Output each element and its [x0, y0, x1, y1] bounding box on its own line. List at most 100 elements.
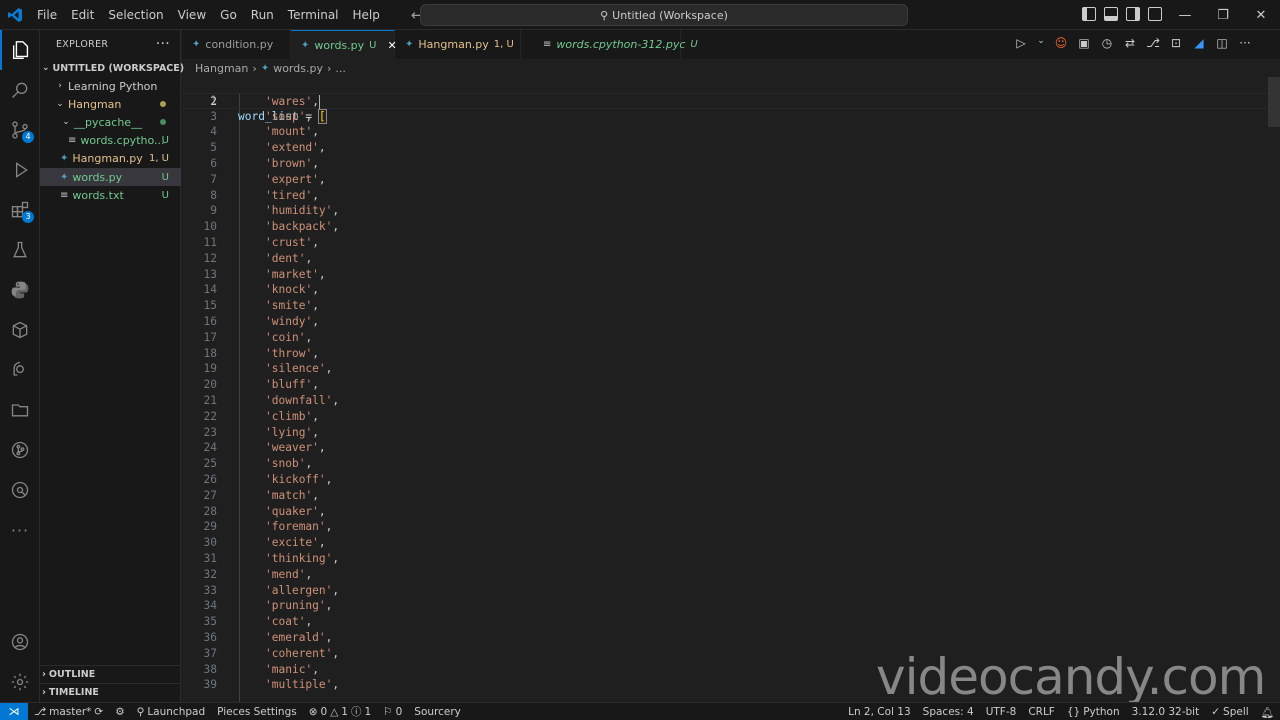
menu-view[interactable]: View: [171, 0, 213, 30]
code-editor[interactable]: 1 word_list = [ 2'wares', 3'soup', 4'mount…: [182, 77, 1280, 702]
preview-icon[interactable]: ⊡: [1169, 36, 1183, 50]
python-interpreter[interactable]: 3.12.0 32-bit: [1126, 706, 1206, 718]
pieces-settings[interactable]: Pieces Settings: [211, 706, 303, 718]
git-status-badge: U: [161, 171, 169, 183]
string-literal: windy: [271, 315, 306, 328]
more-views-icon[interactable]: ···: [0, 510, 40, 550]
sourcery-icon[interactable]: ☺: [1054, 36, 1068, 50]
breadcrumb-folder[interactable]: Hangman: [195, 62, 248, 75]
outline-section[interactable]: › OUTLINE: [40, 665, 181, 683]
extensions-icon[interactable]: 3: [0, 190, 40, 230]
problems-status[interactable]: ⊗ 0 △ 1 ⓘ 1: [303, 704, 377, 719]
menu-file[interactable]: File: [30, 0, 64, 30]
python-file-icon: ✦: [60, 152, 69, 164]
run-debug-icon[interactable]: [0, 150, 40, 190]
braces-icon: {}: [1066, 706, 1081, 718]
end-of-line[interactable]: CRLF: [1022, 706, 1061, 718]
accounts-icon[interactable]: [0, 622, 40, 662]
remote-indicator-icon[interactable]: ⋊: [0, 702, 28, 720]
language-mode[interactable]: {} Python: [1061, 706, 1126, 718]
git-graph-icon[interactable]: [0, 430, 40, 470]
restore-icon[interactable]: ❐: [1204, 0, 1242, 30]
compare-changes-icon[interactable]: ⇄: [1123, 36, 1137, 50]
toggle-primary-sidebar-icon[interactable]: [1082, 7, 1096, 21]
pieces-action-icon[interactable]: ◢: [1192, 36, 1206, 50]
ports-count: 0: [395, 705, 403, 718]
code-line: 6'brown',: [182, 156, 1267, 172]
code-line: 19'silence',: [182, 361, 1267, 377]
error-icon: ⊗: [308, 705, 318, 718]
testing-flask-icon[interactable]: [0, 230, 40, 270]
remote-explorer-icon[interactable]: [0, 310, 40, 350]
indentation[interactable]: Spaces: 4: [917, 706, 980, 718]
timeline-section[interactable]: › TIMELINE: [40, 683, 181, 701]
menu-selection[interactable]: Selection: [101, 0, 170, 30]
tree-item-learning-python[interactable]: › Learning Python: [40, 77, 181, 95]
notifications-bell-icon[interactable]: 🔔︎: [1255, 706, 1280, 719]
encoding[interactable]: UTF-8: [980, 706, 1023, 718]
editor-scrollbar[interactable]: [1268, 77, 1280, 127]
menu-help[interactable]: Help: [346, 0, 387, 30]
string-literal: extend: [271, 141, 313, 155]
workspace-root[interactable]: ⌄ UNTITLED (WORKSPACE): [40, 59, 184, 77]
tab-words-py[interactable]: ✦ words.py U ✕: [291, 30, 397, 59]
status-bar: ⋊ ⎇ master* ⟳ ⚙ ⚲ Launchpad Pieces Settings…: [0, 702, 1280, 720]
language-label: Python: [1083, 706, 1120, 718]
menu-terminal[interactable]: Terminal: [281, 0, 346, 30]
run-file-icon[interactable]: ▷: [1014, 36, 1028, 50]
manage-gear-icon[interactable]: [0, 662, 40, 702]
spell-status[interactable]: ✓ Spell: [1205, 706, 1254, 718]
search-text: Untitled (Workspace): [612, 8, 728, 22]
record-icon[interactable]: ▣: [1077, 36, 1091, 50]
sourcery-status[interactable]: Sourcery: [408, 706, 467, 718]
menu-go[interactable]: Go: [213, 0, 244, 30]
more-editor-actions-icon[interactable]: ···: [1238, 36, 1252, 50]
string-literal: brown: [271, 157, 306, 170]
tab-words-cpython-pyc[interactable]: ≡ words.cpython-312.pyc U: [521, 30, 698, 59]
untracked-dot-icon: [160, 119, 166, 125]
branch-status[interactable]: ⎇ master* ⟳: [28, 706, 109, 718]
split-editor-icon[interactable]: ◫: [1215, 36, 1229, 50]
tree-item-hangman-folder[interactable]: ⌄ Hangman: [40, 95, 181, 113]
gear-icon[interactable]: ⚙: [109, 706, 130, 718]
toggle-secondary-sidebar-icon[interactable]: [1126, 7, 1140, 21]
explorer-icon[interactable]: [0, 30, 40, 70]
source-control-icon[interactable]: 4: [0, 110, 40, 150]
menu-edit[interactable]: Edit: [64, 0, 101, 30]
tree-item-pycache-folder[interactable]: ⌄ __pycache__: [40, 113, 181, 131]
git-lens-icon[interactable]: [0, 470, 40, 510]
run-dropdown-chevron-icon[interactable]: ⌄: [1037, 36, 1045, 50]
close-window-icon[interactable]: ✕: [1242, 0, 1280, 30]
breadcrumb-file[interactable]: words.py: [273, 62, 323, 75]
line-number: 3: [210, 109, 217, 123]
more-actions-icon[interactable]: ···: [156, 36, 170, 52]
breadcrumb-more[interactable]: ...: [335, 62, 346, 75]
tree-item-words-cpython[interactable]: ≡ words.cpytho... U: [40, 131, 181, 149]
line-number: 29: [203, 520, 217, 534]
code-line: 22'climb',: [182, 409, 1267, 425]
folder-icon[interactable]: [0, 390, 40, 430]
ports-status[interactable]: ⚐ 0: [377, 706, 408, 718]
menu-run[interactable]: Run: [244, 0, 281, 30]
open-changes-icon[interactable]: ⎇: [1146, 36, 1160, 50]
pieces-icon[interactable]: [0, 350, 40, 390]
tab-condition-py[interactable]: ✦ condition.py: [182, 30, 291, 59]
customize-layout-icon[interactable]: [1148, 7, 1162, 21]
timeline-history-icon[interactable]: ◷: [1100, 36, 1114, 50]
tree-item-words-txt[interactable]: ≡ words.txt U: [40, 186, 181, 204]
toggle-panel-icon[interactable]: [1104, 7, 1118, 21]
tree-item-hangman-py[interactable]: ✦ Hangman.py 1, U: [40, 149, 181, 167]
tree-item-words-py[interactable]: ✦ words.py U: [40, 168, 181, 186]
line-number: 11: [203, 236, 217, 249]
launchpad-status[interactable]: ⚲ Launchpad: [131, 706, 212, 718]
file-lines-icon: ≡: [543, 39, 552, 50]
minimize-icon[interactable]: —: [1166, 0, 1204, 30]
python-icon[interactable]: [0, 270, 40, 310]
tab-hangman-py[interactable]: ✦ Hangman.py 1, U: [395, 30, 521, 59]
string-literal: crust: [271, 236, 306, 249]
search-view-icon[interactable]: [0, 70, 40, 110]
tab-label: Hangman.py: [418, 38, 489, 51]
string-literal: foreman: [271, 520, 319, 534]
cursor-position[interactable]: Ln 2, Col 13: [842, 706, 917, 718]
command-center-search[interactable]: ⚲ Untitled (Workspace): [420, 4, 908, 26]
